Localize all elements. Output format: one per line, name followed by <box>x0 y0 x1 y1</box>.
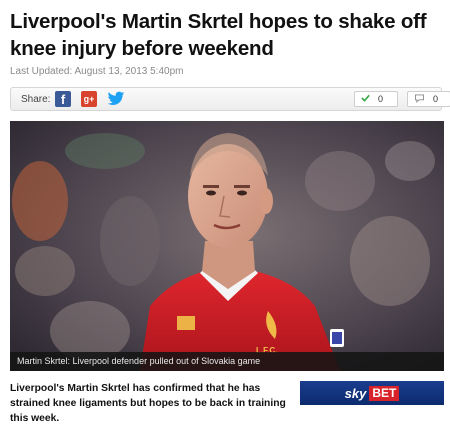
checkmark-icon <box>361 94 370 104</box>
ad-brand-sky: sky <box>344 385 367 401</box>
article-hero-image: L.F.C. Martin Skrtel: Liverpool defender… <box>10 121 444 371</box>
share-bar: Share: f g+ 0 0 <box>10 87 450 111</box>
facebook-share-button[interactable]: f <box>55 91 71 107</box>
like-counter-button[interactable]: 0 <box>354 91 398 107</box>
article-headline: Liverpool's Martin Skrtel hopes to shake… <box>10 10 427 60</box>
player-photo: L.F.C. <box>10 121 444 371</box>
comment-count: 0 <box>433 94 439 104</box>
google-plus-share-button[interactable]: g+ <box>81 91 97 107</box>
skybet-advert[interactable]: sky BET <box>300 381 444 405</box>
facebook-icon: f <box>60 91 66 107</box>
article: Liverpool's Martin Skrtel hopes to shake… <box>0 0 450 424</box>
share-label: Share: <box>21 94 51 105</box>
image-caption: Martin Skrtel: Liverpool defender pulled… <box>10 352 444 371</box>
twitter-bird-icon <box>107 91 125 105</box>
comment-counter-button[interactable]: 0 <box>407 91 450 107</box>
speech-bubble-icon <box>414 93 425 105</box>
article-lede: Liverpool's Martin Skrtel has confirmed … <box>10 383 286 424</box>
last-updated-timestamp: Last Updated: August 13, 2013 5:40pm <box>10 66 184 77</box>
twitter-share-button[interactable] <box>107 91 125 107</box>
ad-brand-bet: BET <box>369 385 400 401</box>
google-plus-icon: g+ <box>83 94 95 104</box>
like-count: 0 <box>378 94 384 104</box>
